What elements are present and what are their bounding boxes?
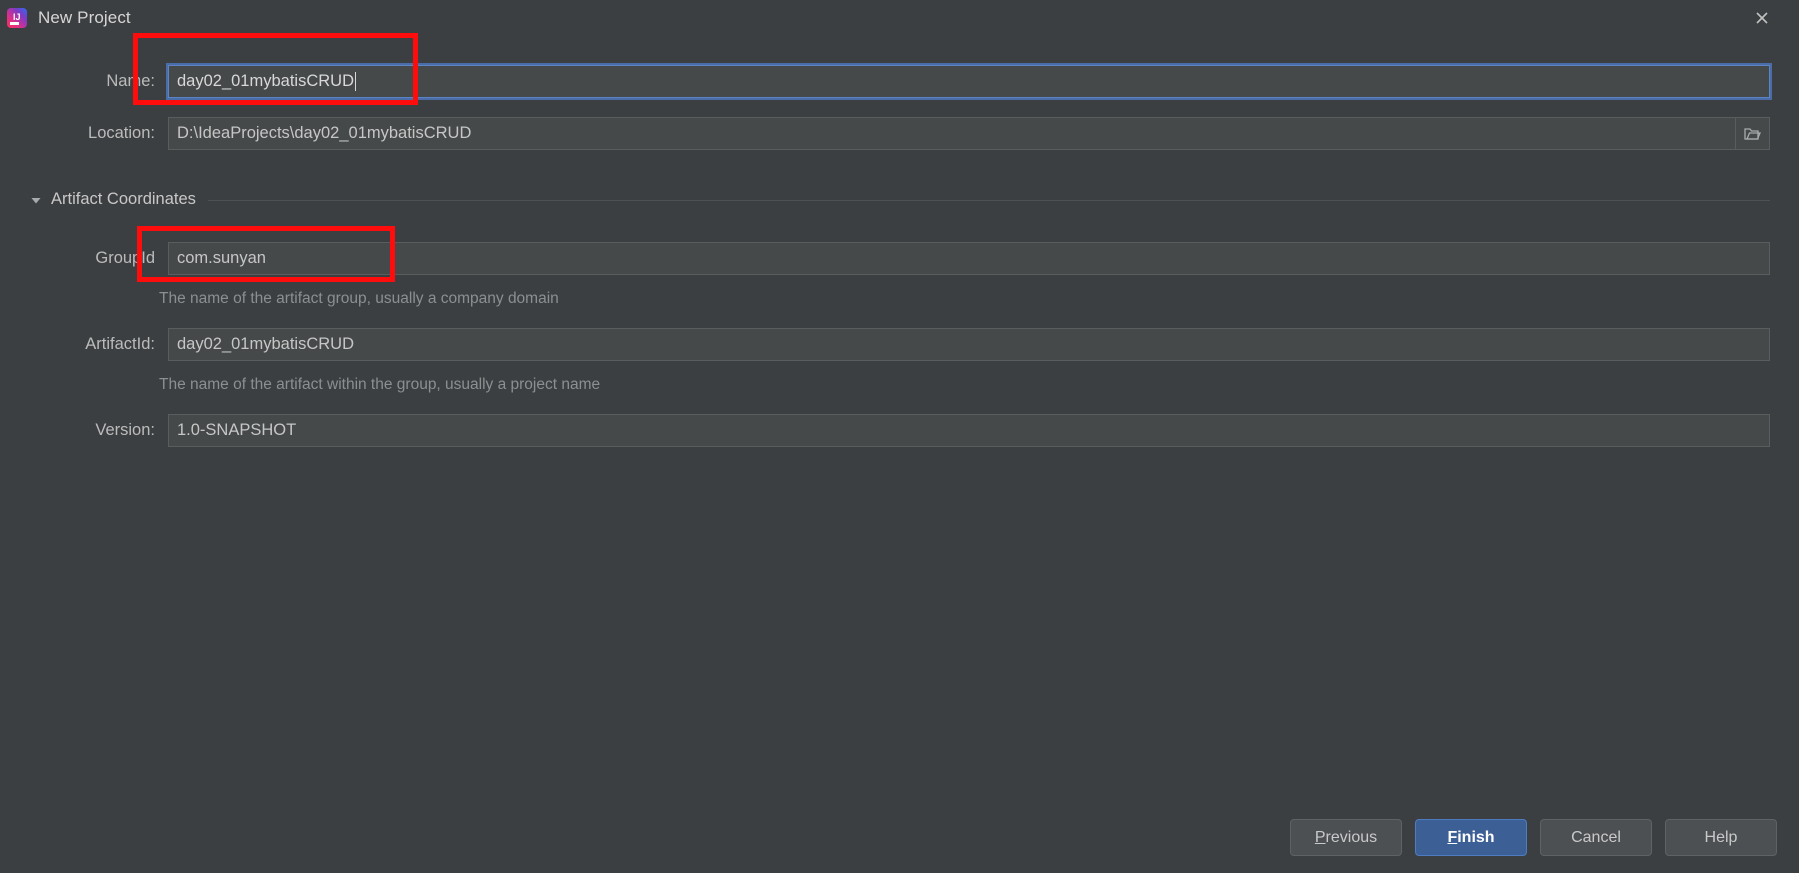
dialog-button-bar: Previous Finish Cancel Help [1290, 819, 1777, 856]
page-title: New Project [38, 8, 131, 27]
text-caret [355, 72, 356, 91]
chevron-down-icon [30, 193, 42, 205]
location-row: Location: D:\IdeaProjects\day02_01mybati… [30, 117, 1770, 150]
group-id-input[interactable]: com.sunyan [168, 242, 1770, 275]
name-input-value: day02_01mybatisCRUD [177, 72, 354, 90]
version-row: Version: 1.0-SNAPSHOT [30, 414, 1770, 447]
help-button[interactable]: Help [1665, 819, 1777, 856]
previous-button[interactable]: Previous [1290, 819, 1402, 856]
svg-text:IJ: IJ [13, 12, 21, 22]
close-icon[interactable] [1747, 4, 1777, 32]
new-project-dialog: IJ New Project Name: day02_01mybatisCRUD… [0, 0, 1799, 873]
group-id-helper-text: The name of the artifact group, usually … [159, 290, 559, 307]
folder-icon[interactable] [1736, 117, 1770, 150]
name-label: Name: [106, 72, 155, 90]
version-label: Version: [95, 421, 155, 439]
intellij-idea-icon: IJ [6, 7, 28, 29]
group-id-label: GroupId [95, 249, 155, 267]
finish-button-label: inish [1457, 828, 1495, 846]
artifact-id-row: ArtifactId: day02_01mybatisCRUD [30, 328, 1770, 361]
artifact-id-helper-text: The name of the artifact within the grou… [159, 376, 601, 393]
artifact-id-label: ArtifactId: [85, 335, 155, 353]
finish-button-mnemonic: F [1447, 828, 1458, 846]
previous-button-label: revious [1325, 828, 1378, 846]
artifact-coordinates-section-header[interactable]: Artifact Coordinates [30, 188, 1770, 210]
version-input[interactable]: 1.0-SNAPSHOT [168, 414, 1770, 447]
location-input[interactable]: D:\IdeaProjects\day02_01mybatisCRUD [168, 117, 1737, 150]
section-divider [207, 199, 1770, 201]
name-input[interactable]: day02_01mybatisCRUD [166, 63, 1772, 100]
artifact-id-input[interactable]: day02_01mybatisCRUD [168, 328, 1770, 361]
artifact-coordinates-label: Artifact Coordinates [51, 189, 196, 208]
finish-button[interactable]: Finish [1415, 819, 1527, 856]
location-label: Location: [88, 124, 155, 142]
cancel-button[interactable]: Cancel [1540, 819, 1652, 856]
group-id-row: GroupId com.sunyan [30, 242, 1770, 275]
name-row: Name: day02_01mybatisCRUD [30, 63, 1772, 100]
title-bar: IJ New Project [0, 0, 1799, 36]
previous-button-mnemonic: P [1314, 828, 1326, 846]
